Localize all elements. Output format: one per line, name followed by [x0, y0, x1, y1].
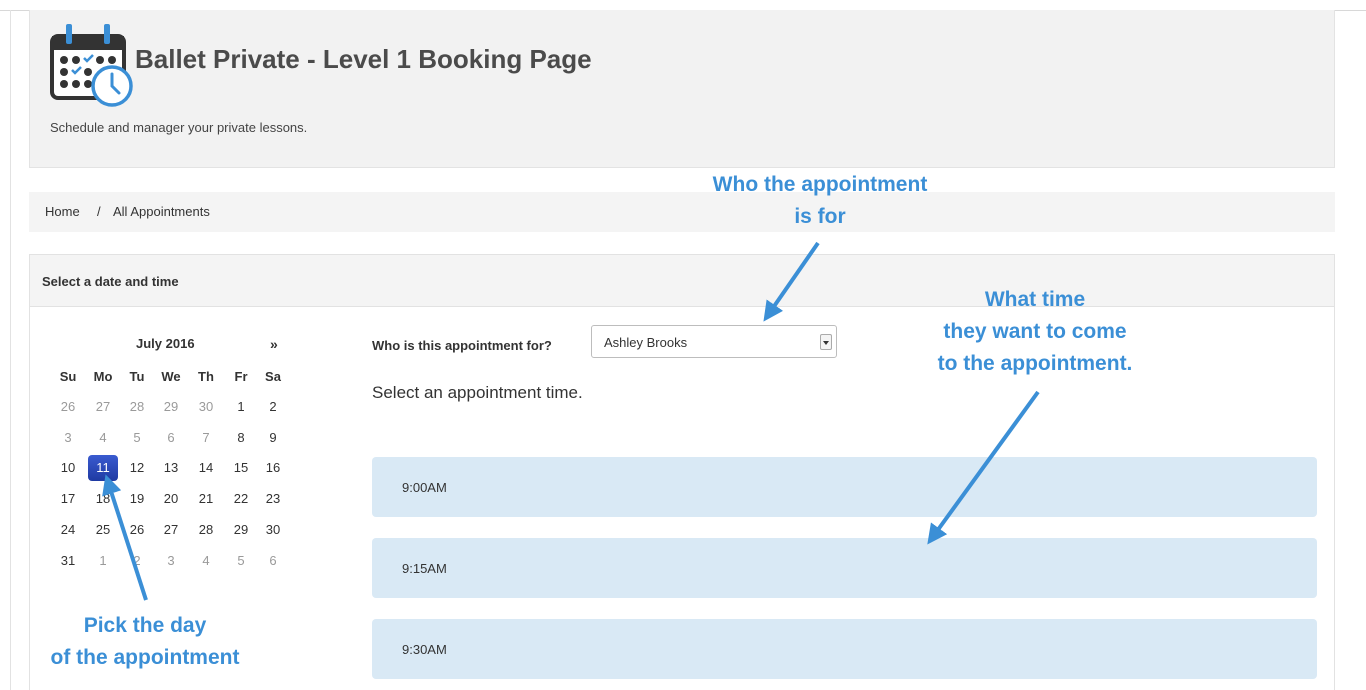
annotation-who-line-2: is for	[794, 205, 846, 228]
annotation-day-line-2: of the appointment	[50, 646, 240, 669]
annotation-who: Who the appointment is for	[660, 169, 980, 233]
booking-page: Ballet Private - Level 1 Booking Page Sc…	[0, 0, 1366, 690]
annotation-day: Pick the day of the appointment	[20, 610, 270, 674]
annotation-arrow-who	[763, 241, 820, 322]
annotation-time-line-3: to the appointment.	[937, 352, 1133, 375]
annotation-time-line-2: they want to come	[943, 320, 1127, 343]
annotation-arrow-time	[927, 390, 1040, 545]
annotation-who-line-1: Who the appointment	[712, 173, 928, 196]
annotation-time-line-1: What time	[984, 288, 1086, 311]
annotation-arrow-day	[102, 474, 148, 601]
annotation-time: What time they want to come to the appoi…	[900, 284, 1170, 380]
annotation-day-line-1: Pick the day	[83, 614, 207, 637]
